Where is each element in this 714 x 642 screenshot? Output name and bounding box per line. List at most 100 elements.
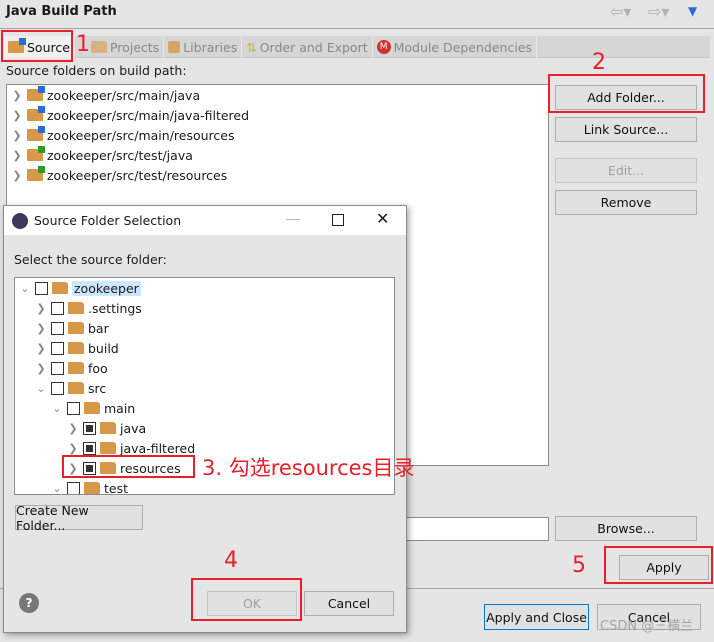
item-label: zookeeper/src/main/java-filtered <box>47 107 250 123</box>
annotation-label: 1 <box>76 32 90 57</box>
checkbox[interactable] <box>51 301 64 315</box>
tab-order-export[interactable]: ⇅ Order and Export <box>242 36 373 58</box>
chevron-down-icon[interactable]: ⌄ <box>19 282 31 295</box>
help-icon[interactable]: ? <box>19 593 39 613</box>
source-folder-icon <box>27 106 45 121</box>
annotation-box <box>191 578 302 621</box>
tree-item[interactable]: ❯ bar <box>35 318 108 338</box>
arrow-right-icon[interactable]: ⇨▾ <box>648 2 669 21</box>
source-folder-selection-dialog: Source Folder Selection ✕ Select the sou… <box>3 205 407 633</box>
tree-item-label: java <box>120 420 147 436</box>
checkbox[interactable] <box>35 281 48 295</box>
maximize-icon[interactable] <box>332 214 344 226</box>
tree-item[interactable]: ❯ .settings <box>35 298 142 318</box>
tree-item[interactable]: ❯ foo <box>35 358 107 378</box>
chevron-down-icon[interactable]: ⌄ <box>35 382 47 395</box>
tree-item-label: main <box>104 400 136 416</box>
chevron-right-icon[interactable]: ❯ <box>35 322 47 335</box>
annotation-box <box>1 30 73 62</box>
chevron-right-icon[interactable]: ❯ <box>35 302 47 315</box>
dialog-title-bar: Source Folder Selection ✕ <box>4 206 406 235</box>
remove-button[interactable]: Remove <box>555 190 697 215</box>
annotation-box <box>548 74 705 113</box>
checkbox[interactable] <box>51 361 64 375</box>
browse-button[interactable]: Browse... <box>555 516 697 541</box>
chevron-right-icon[interactable]: ❯ <box>35 362 47 375</box>
triangle-down-icon[interactable]: ▼ <box>688 4 697 18</box>
folder-icon <box>68 342 84 354</box>
annotation-label: 5 <box>572 553 586 578</box>
list-item[interactable]: ❯ zookeeper/src/test/resources <box>11 165 227 185</box>
chevron-right-icon[interactable]: ❯ <box>11 169 23 182</box>
tree-item[interactable]: ❯ build <box>35 338 119 358</box>
chevron-right-icon[interactable]: ❯ <box>11 129 23 142</box>
folder-icon <box>68 302 84 314</box>
list-item[interactable]: ❯ zookeeper/src/main/java <box>11 85 200 105</box>
list-item[interactable]: ❯ zookeeper/src/main/resources <box>11 125 235 145</box>
checkbox[interactable] <box>51 381 64 395</box>
dialog-title: Source Folder Selection <box>34 213 182 228</box>
chevron-right-icon[interactable]: ❯ <box>35 342 47 355</box>
tree-item-label: java-filtered <box>120 440 196 456</box>
folder-icon <box>68 362 84 374</box>
dialog-cancel-button[interactable]: Cancel <box>304 591 394 616</box>
window-title: Java Build Path <box>6 4 117 19</box>
chevron-right-icon[interactable]: ❯ <box>67 422 79 435</box>
link-source-button[interactable]: Link Source... <box>555 117 697 142</box>
chevron-right-icon[interactable]: ❯ <box>11 89 23 102</box>
source-folders-label: Source folders on build path: <box>6 63 187 78</box>
edit-button[interactable]: Edit... <box>555 158 697 183</box>
tree-item[interactable]: ⌄ main <box>51 398 135 418</box>
chevron-right-icon[interactable]: ❯ <box>11 109 23 122</box>
output-folder-input[interactable] <box>400 517 549 541</box>
chevron-down-icon[interactable]: ⌄ <box>51 482 63 495</box>
tree-item[interactable]: ⌄ zookeeper <box>19 278 141 298</box>
list-item[interactable]: ❯ zookeeper/src/main/java-filtered <box>11 105 249 125</box>
tab-projects[interactable]: Projects <box>87 36 165 58</box>
arrow-left-icon[interactable]: ⇦▾ <box>610 2 631 21</box>
tree-item[interactable]: ⌄ test <box>51 478 129 495</box>
item-label: zookeeper/src/test/java <box>47 147 193 163</box>
tree-item-label: .settings <box>88 300 142 316</box>
source-folder-icon <box>27 86 45 101</box>
folder-icon <box>84 402 100 414</box>
checkbox[interactable] <box>51 321 64 335</box>
tab-label: Libraries <box>183 39 238 55</box>
checkbox[interactable] <box>51 341 64 355</box>
chevron-right-icon[interactable]: ❯ <box>67 442 79 455</box>
annotation-box <box>604 546 713 584</box>
item-label: zookeeper/src/main/resources <box>47 127 235 143</box>
annotation-label: 2 <box>592 50 606 75</box>
tab-label: Projects <box>109 39 160 55</box>
checkbox[interactable] <box>67 481 80 494</box>
chevron-right-icon[interactable]: ❯ <box>11 149 23 162</box>
tree-item-label: src <box>88 380 107 396</box>
folder-icon <box>84 482 100 494</box>
tab-label: Order and Export <box>259 39 368 55</box>
tree-item-label: build <box>88 340 119 356</box>
watermark: CSDN @三横兰 <box>600 619 694 634</box>
minimize-icon[interactable] <box>286 219 300 220</box>
tab-label: Module Dependencies <box>393 39 532 55</box>
list-item[interactable]: ❯ zookeeper/src/test/java <box>11 145 193 165</box>
tree-item[interactable]: ⌄ src <box>35 378 106 398</box>
module-icon: M <box>376 40 391 54</box>
annotation-label: 3. 勾选resources目录 <box>202 456 415 480</box>
apply-and-close-button[interactable]: Apply and Close <box>484 604 589 630</box>
dialog-label: Select the source folder: <box>14 252 167 267</box>
test-folder-icon <box>27 146 45 161</box>
close-icon[interactable]: ✕ <box>376 209 389 228</box>
tab-module-dependencies[interactable]: M Module Dependencies <box>373 36 537 58</box>
checkbox[interactable] <box>83 441 96 455</box>
folder-icon <box>68 322 84 334</box>
checkbox[interactable] <box>67 401 80 415</box>
chevron-down-icon[interactable]: ⌄ <box>51 402 63 415</box>
create-new-folder-button[interactable]: Create New Folder... <box>15 503 143 533</box>
annotation-box <box>62 455 195 478</box>
annotation-label: 4 <box>224 548 238 573</box>
tree-item-label: test <box>104 480 129 495</box>
checkbox[interactable] <box>83 421 96 435</box>
tree-item[interactable]: ❯ java <box>67 418 146 438</box>
test-folder-icon <box>27 166 45 181</box>
tab-libraries[interactable]: Libraries <box>164 36 243 58</box>
